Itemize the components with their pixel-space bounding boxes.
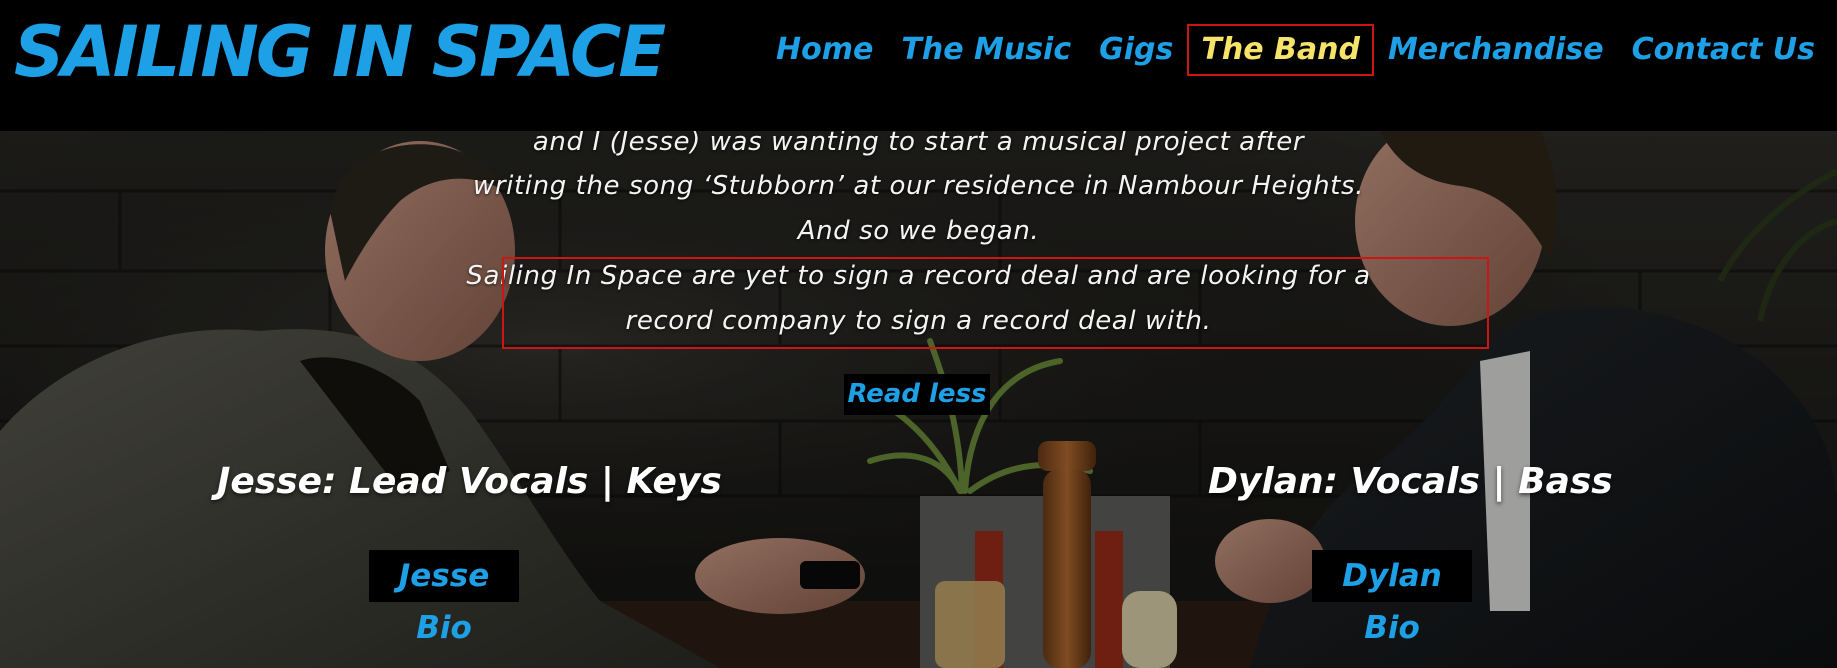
record-deal-highlight [502,257,1489,349]
story-line-2: writing the song ‘Stubborn’ at our resid… [473,171,1364,201]
story-line-3: And so we began. [797,216,1040,246]
jesse-bio-button[interactable]: Jesse Bio [369,550,519,646]
member-title-dylan: Dylan: Vocals | Bass [1208,461,1613,502]
main-nav: Home The Music Gigs The Band Merchandise… [762,24,1829,76]
story-line-1: and I (Jesse) was wanting to start a mus… [532,131,1305,157]
member-title-jesse: Jesse: Lead Vocals | Keys [217,461,722,502]
nav-merchandise[interactable]: Merchandise [1374,24,1618,76]
dylan-bio-button[interactable]: Dylan Bio [1312,550,1472,646]
band-hero-section: and I (Jesse) was wanting to start a mus… [0,131,1837,668]
nav-the-band[interactable]: The Band [1187,24,1374,76]
nav-the-music[interactable]: The Music [887,24,1085,76]
site-header: SAILING IN SPACE Home The Music Gigs The… [0,0,1837,131]
nav-gigs[interactable]: Gigs [1085,24,1187,76]
nav-contact-us[interactable]: Contact Us [1618,24,1829,76]
read-less-button[interactable]: Read less [844,374,990,415]
site-logo[interactable]: SAILING IN SPACE [14,2,666,102]
nav-home[interactable]: Home [762,24,887,76]
